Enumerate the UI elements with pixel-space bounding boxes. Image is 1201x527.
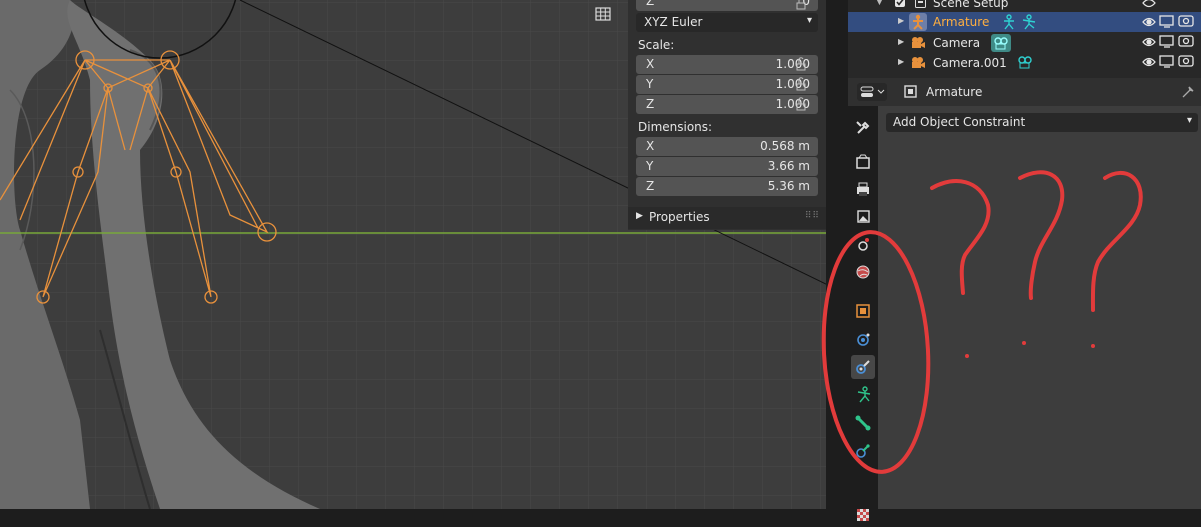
lock-icon[interactable] [794,0,808,10]
constraints-panel: Add Object Constraint ▾ [878,106,1201,509]
axis-label: X [646,57,655,71]
scale-label: Scale: [638,38,675,52]
grid-view-button[interactable] [592,4,614,24]
dimension-z-field[interactable]: Z 5.36 m [636,177,818,196]
field-value: 3.66 m [767,159,810,173]
tab-scene[interactable] [851,232,875,256]
monitor-icon [1159,55,1174,66]
world-icon [856,265,870,279]
object-data-armature-icon [857,386,871,403]
add-object-constraint-dropdown[interactable]: Add Object Constraint ▾ [886,113,1198,132]
chevron-down-icon: ▾ [1186,115,1192,126]
field-value: 0.568 m [760,139,810,153]
tab-tool[interactable] [851,116,875,140]
chevron-down-icon: ▾ [806,15,812,26]
tab-render[interactable] [851,150,875,174]
scale-x-field[interactable]: X 1.000 [636,55,818,74]
properties-header: Armature [848,78,1201,106]
eye-icon [1142,0,1156,8]
add-object-constraint-label: Add Object Constraint [893,115,1026,129]
camera-data-icon[interactable] [1016,55,1034,71]
drag-grip-icon[interactable]: ⠿⠿ [805,211,820,221]
dimension-y-field[interactable]: Y 3.66 m [636,157,818,176]
outliner: ▼ Scene Setup ▶ Armature ▶ Camera ▶ Came… [848,0,1201,78]
tab-bone-constraints[interactable] [851,439,875,463]
pin-icon[interactable] [1181,83,1197,99]
view-layer-icon [857,210,870,223]
expand-right-icon[interactable]: ▶ [898,57,904,66]
object-icon [904,85,917,98]
scale-y-field[interactable]: Y 1.000 [636,75,818,94]
rotation-mode-dropdown[interactable]: XYZ Euler ▾ [636,13,818,32]
tab-world[interactable] [851,260,875,284]
properties-editor-icon [860,86,885,97]
tab-view-layer[interactable] [851,204,875,228]
tab-output[interactable] [851,177,875,201]
object-name-label: Armature [926,85,983,99]
tab-modifiers[interactable] [851,327,875,351]
expand-right-icon[interactable]: ▶ [898,16,904,25]
modifiers-icon [857,333,870,346]
camera-render-icon [1178,35,1194,47]
lock-icon[interactable] [794,77,808,91]
collection-icon [915,0,926,8]
outliner-item-name: Camera [933,36,981,50]
outliner-item-name: Scene Setup [933,0,1009,10]
camera-icon [912,37,925,48]
scale-z-field[interactable]: Z 1.000 [636,95,818,114]
dimensions-label: Dimensions: [638,120,713,134]
axis-label: Y [646,77,654,91]
field-value: 5.36 m [767,179,810,193]
lock-icon[interactable] [794,97,808,111]
expand-triangle-icon: ▶ [636,211,643,221]
tool-icon [856,121,870,134]
checkbox-icon[interactable] [894,0,906,8]
rotation-z-field[interactable]: Z 0 [636,0,818,11]
tab-physics[interactable] [851,355,875,379]
properties-tab-bar [848,106,878,521]
tab-object-data[interactable] [851,383,875,407]
properties-panel-title: Properties [649,210,710,224]
monitor-icon [1159,15,1174,26]
axis-label: Y [646,159,654,173]
expand-down-icon[interactable]: ▼ [876,0,883,7]
properties-panel-header[interactable]: ▶ Properties ⠿⠿ [628,207,826,229]
render-icon [856,154,870,169]
camera-render-icon [1178,15,1194,27]
sidebar-transform-panel: Z 0 XYZ Euler ▾ Scale: X 1.000 Y 1.000 Z… [628,0,826,230]
armature-data-icon[interactable] [1001,14,1017,30]
axis-label: X [646,139,655,153]
properties-editor: Armature Add Object Constraint ▾ [848,78,1201,521]
grid-icon [595,7,611,21]
visibility-icons[interactable] [1140,0,1200,78]
object-icon [856,304,870,318]
expand-right-icon[interactable]: ▶ [898,37,904,46]
scene-icon [858,238,869,251]
rotation-z-axis-label: Z [646,0,655,8]
axis-label: Z [646,179,655,193]
camera-icon [912,57,925,68]
3d-viewport[interactable]: Z 0 XYZ Euler ▾ Scale: X 1.000 Y 1.000 Z… [0,0,828,509]
tab-object[interactable] [851,299,875,323]
axis-label: Z [646,97,655,111]
lock-icon[interactable] [794,57,808,71]
area-divider[interactable] [826,0,848,509]
tab-bone[interactable] [851,411,875,435]
monitor-icon [1159,35,1174,46]
outliner-item-name: Camera.001 [933,56,1007,70]
rotation-mode-value: XYZ Euler [644,15,703,29]
physics-icon [856,360,870,374]
tab-texture[interactable] [851,503,875,527]
output-icon [857,182,869,196]
armature-icon [909,13,927,31]
editor-type-dropdown[interactable] [857,83,887,101]
camera-render-icon [1178,55,1194,67]
camera-data-icon[interactable] [991,34,1011,52]
bone-icon [855,415,871,431]
outliner-item-name: Armature [933,15,990,29]
pose-icon[interactable] [1021,14,1037,30]
bone-constraint-icon [856,444,870,458]
dimension-x-field[interactable]: X 0.568 m [636,137,818,156]
